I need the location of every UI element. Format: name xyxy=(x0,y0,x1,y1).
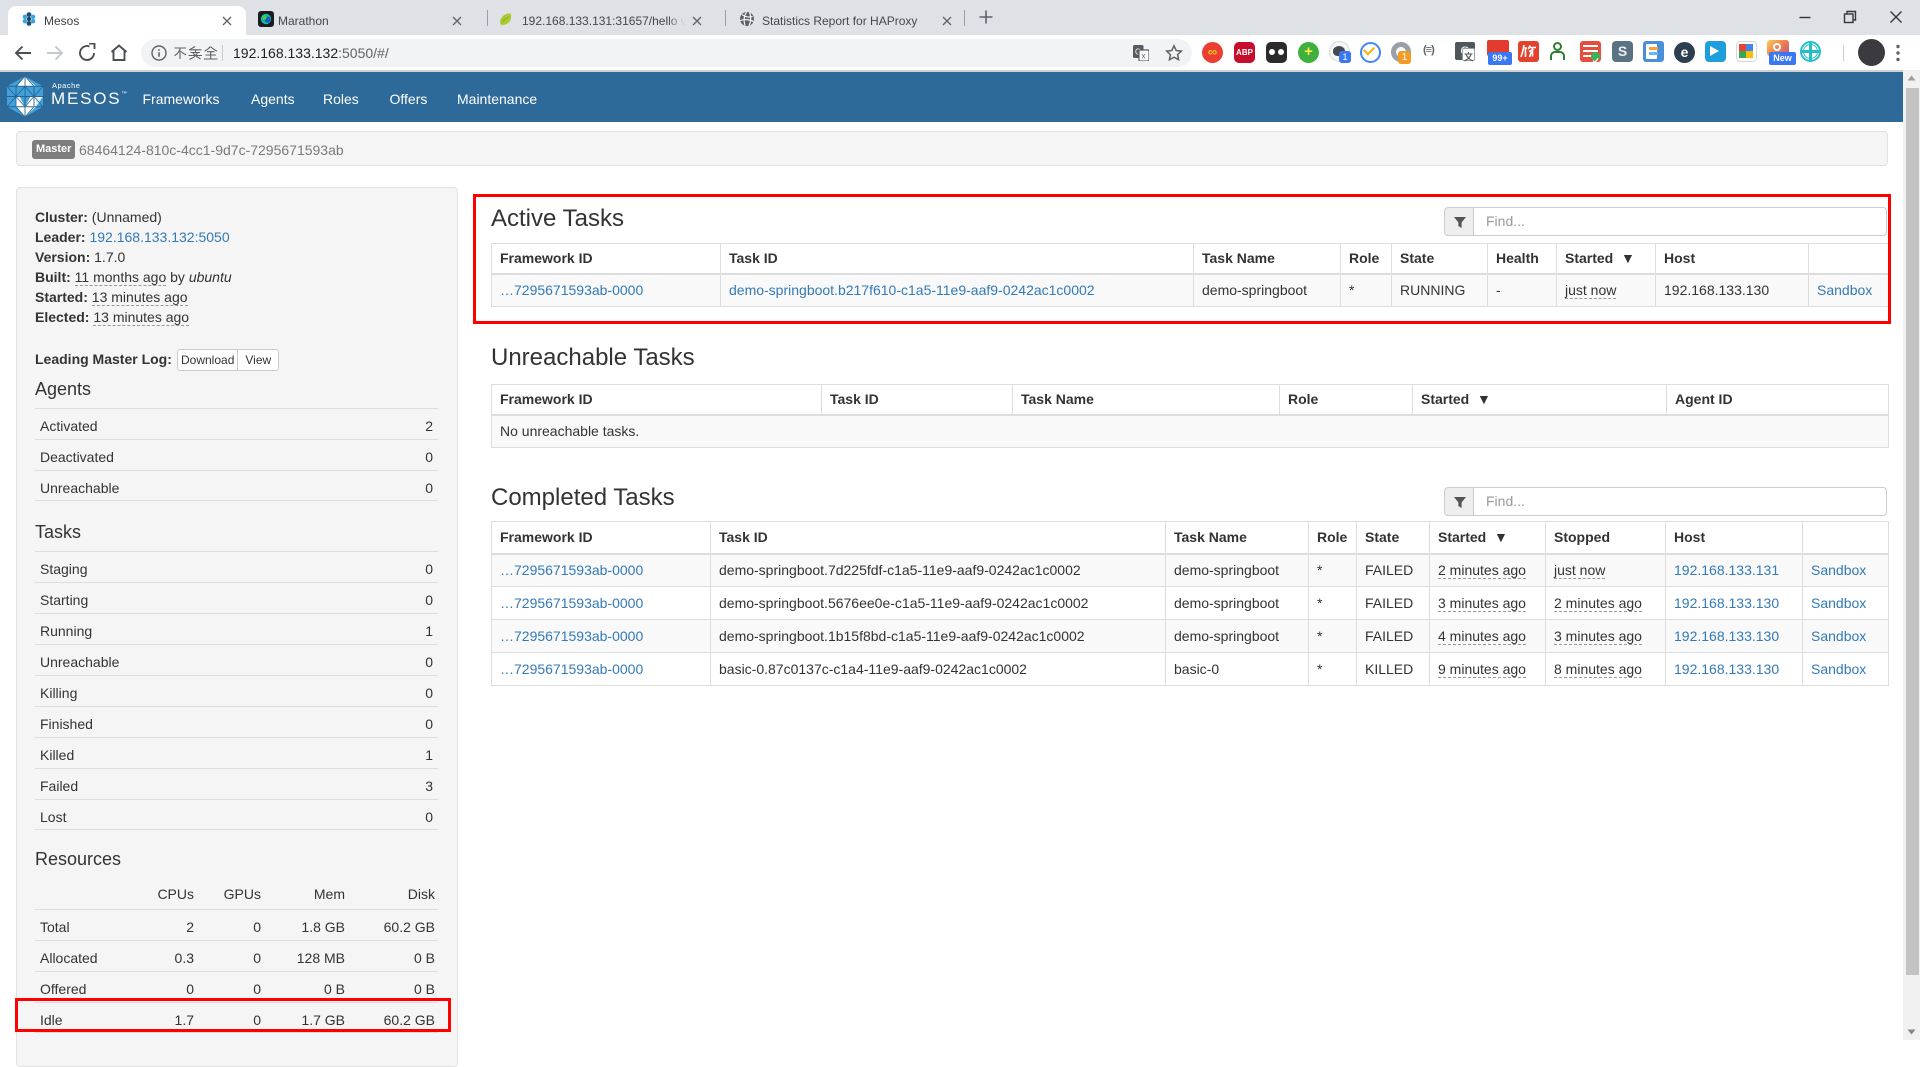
svg-text:x: x xyxy=(1142,52,1146,61)
